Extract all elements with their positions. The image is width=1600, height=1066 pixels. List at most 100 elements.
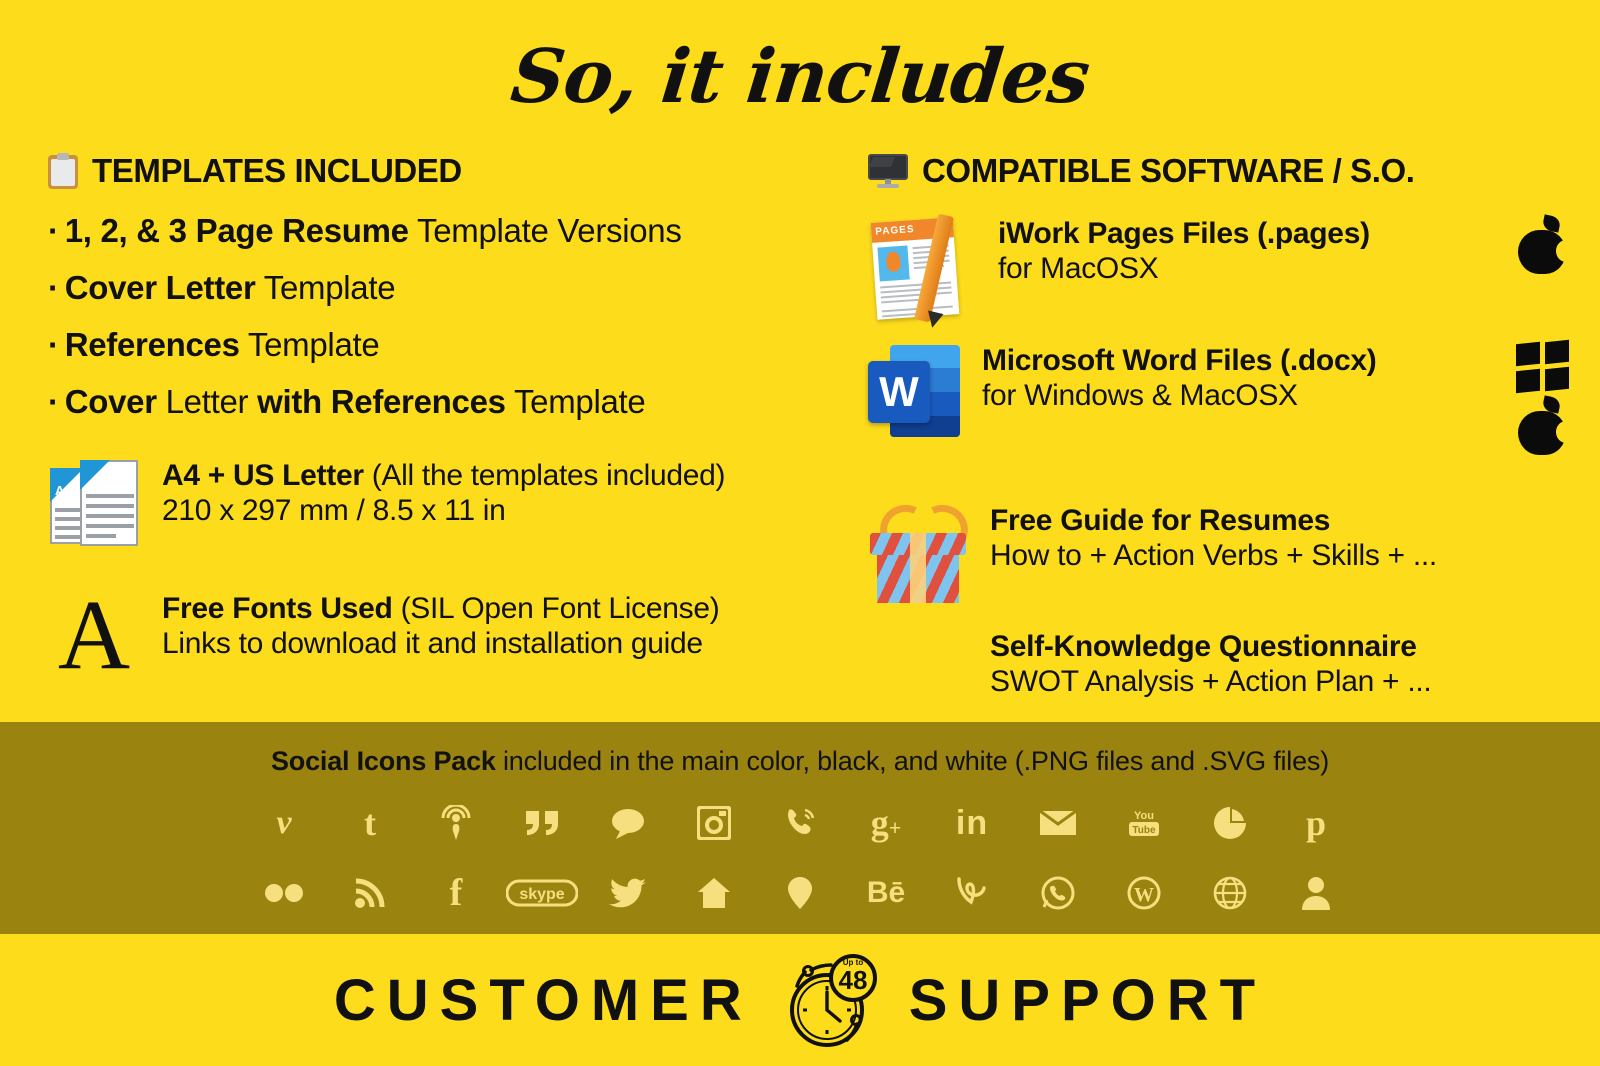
microsoft-word-icon: W [868,343,960,439]
social-icons-caption: Social Icons Pack included in the main c… [0,746,1600,777]
bullet-marker: · [48,212,59,249]
serif-letter-a-icon: A [48,579,140,690]
serif-a-glyph: A [57,579,131,690]
feature-subtitle: for Windows & MacOSX [982,379,1298,413]
feature-free-fonts: A Free Fonts Used (SIL Open Font License… [48,579,848,690]
customer-support-bar: CUSTOMER Up to 48 SUPPORT [0,934,1600,1066]
templates-section-heading: TEMPLATES INCLUDED [48,152,848,190]
a4-us-letter-documents-icon: A4 [48,458,140,553]
monitor-icon [868,154,908,188]
feature-title-suffix: (SIL Open Font License) [392,592,720,625]
facebook-icon[interactable]: f [413,869,499,917]
list-item: · Cover Letter with References Template [48,385,848,418]
location-pin-icon[interactable] [757,869,843,917]
podcast-icon[interactable] [413,799,499,847]
feature-subtitle: Links to download it and installation gu… [162,627,703,661]
feature-a4-us-letter: A4 A4 + US Letter (All the templates inc… [48,458,848,553]
bullet-reg-1: Letter [156,383,258,420]
support-label: SUPPORT [908,967,1267,1033]
bullet-marker: · [48,269,59,306]
feature-title: Microsoft Word Files (.docx) [982,344,1377,377]
platform-logos [1516,339,1576,455]
infographic-page: So, it includes TEMPLATES INCLUDED · 1, 2… [0,0,1600,1066]
home-icon[interactable] [671,869,757,917]
bullet-marker: · [48,326,59,363]
feature-title: Free Fonts Used [162,592,393,625]
feature-title-suffix: (All the templates included) [363,459,726,492]
software-section-heading: COMPATIBLE SOFTWARE / S.O. [868,152,1568,190]
bullet-reg-1: Template [255,269,396,306]
feature-title: A4 + US Letter [162,459,364,492]
email-icon[interactable] [1015,799,1101,847]
person-icon[interactable] [1273,869,1359,917]
social-icons-caption-reg: included in the main color, black, and w… [495,746,1330,776]
feature-title: Free Guide for Resumes [990,504,1331,537]
pages-app-icon: PAGES [868,213,976,321]
behance-icon[interactable]: Bē [843,869,929,917]
linkedin-icon[interactable]: in [929,799,1015,847]
bullet-bold-1: 1, 2, & 3 Page Resume [64,212,409,249]
feature-title: iWork Pages Files (.pages) [998,217,1370,250]
customer-label: CUSTOMER [333,967,753,1033]
templates-column: TEMPLATES INCLUDED · 1, 2, & 3 Page Resum… [48,152,848,686]
flickr-icon[interactable] [241,869,327,917]
compatible-software-column: COMPATIBLE SOFTWARE / S.O. PAGES iWork P… [868,152,1576,700]
platform-logos [1516,214,1576,274]
feature-subtitle: How to + Action Verbs + Skills + ... [990,539,1437,573]
bullet-bold-1: References [64,326,240,363]
bullet-reg-1: Template Versions [408,212,682,249]
list-item: · 1, 2, & 3 Page Resume Template Versions [48,214,848,247]
feature-subtitle: for MacOSX [998,252,1159,286]
software-heading-label: COMPATIBLE SOFTWARE / S.O. [922,152,1415,189]
bullet-reg-2: Template [505,383,646,420]
svg-text:W: W [1134,884,1154,906]
social-icons-caption-bold: Social Icons Pack [270,746,496,776]
svg-text:Tube: Tube [1132,825,1156,836]
svg-text:skype: skype [519,886,564,903]
bullet-reg-1: Template [239,326,380,363]
pinterest-icon[interactable]: p [1273,799,1359,847]
bullet-marker: · [48,383,59,420]
bullet-bold-1: Cover Letter [64,269,256,306]
feature-subtitle: 210 x 297 mm / 8.5 x 11 in [162,494,506,528]
feature-self-knowledge: Self-Knowledge Questionnaire SWOT Analys… [868,629,1568,700]
whatsapp-icon[interactable] [1015,869,1101,917]
quote-icon[interactable] [499,799,585,847]
tumblr-icon[interactable]: t [327,799,413,847]
social-icons-band: Social Icons Pack included in the main c… [0,722,1600,934]
wordpress-icon[interactable]: W [1101,869,1187,917]
apple-logo-icon [1516,214,1576,274]
picasa-icon[interactable] [1187,799,1273,847]
clock-badge-number: 48 [838,965,867,995]
youtube-icon[interactable]: You Tube [1101,799,1187,847]
social-icons-row-2: f skype Bē W [0,869,1600,917]
feature-free-guide: Free Guide for Resumes How to + Action V… [868,498,1568,603]
feature-iwork-pages: PAGES iWork Pages Files (.pages) for Mac… [868,213,1576,321]
svg-text:You: You [1134,810,1154,822]
list-item: · Cover Letter Template [48,271,848,304]
feature-subtitle: SWOT Analysis + Action Plan + ... [990,665,1432,699]
social-icons-row-1: v t g+ in You Tube p [0,799,1600,847]
feature-title: Self-Knowledge Questionnaire [990,630,1417,663]
word-icon-letter: W [879,368,919,415]
chat-bubble-icon[interactable] [585,799,671,847]
clipboard-icon [48,153,78,189]
vine-icon[interactable] [929,869,1015,917]
skype-icon[interactable]: skype [499,869,585,917]
templates-bullet-list: · 1, 2, & 3 Page Resume Template Versions… [48,214,848,418]
apple-logo-icon [1516,395,1576,455]
google-plus-icon[interactable]: g+ [843,799,929,847]
bullet-bold-1: Cover [64,383,157,420]
gift-box-icon [868,498,975,603]
rss-icon[interactable] [327,869,413,917]
viber-phone-icon[interactable] [757,799,843,847]
page-title: So, it includes [507,34,1093,120]
twitter-icon[interactable] [585,869,671,917]
windows-logo-icon [1516,339,1568,393]
templates-heading-label: TEMPLATES INCLUDED [92,152,462,189]
list-item: · References Template [48,328,848,361]
instagram-icon[interactable] [671,799,757,847]
vimeo-icon[interactable]: v [241,799,327,847]
globe-icon[interactable] [1187,869,1273,917]
feature-microsoft-word: W Microsoft Word Files (.docx) for Windo… [868,339,1576,455]
